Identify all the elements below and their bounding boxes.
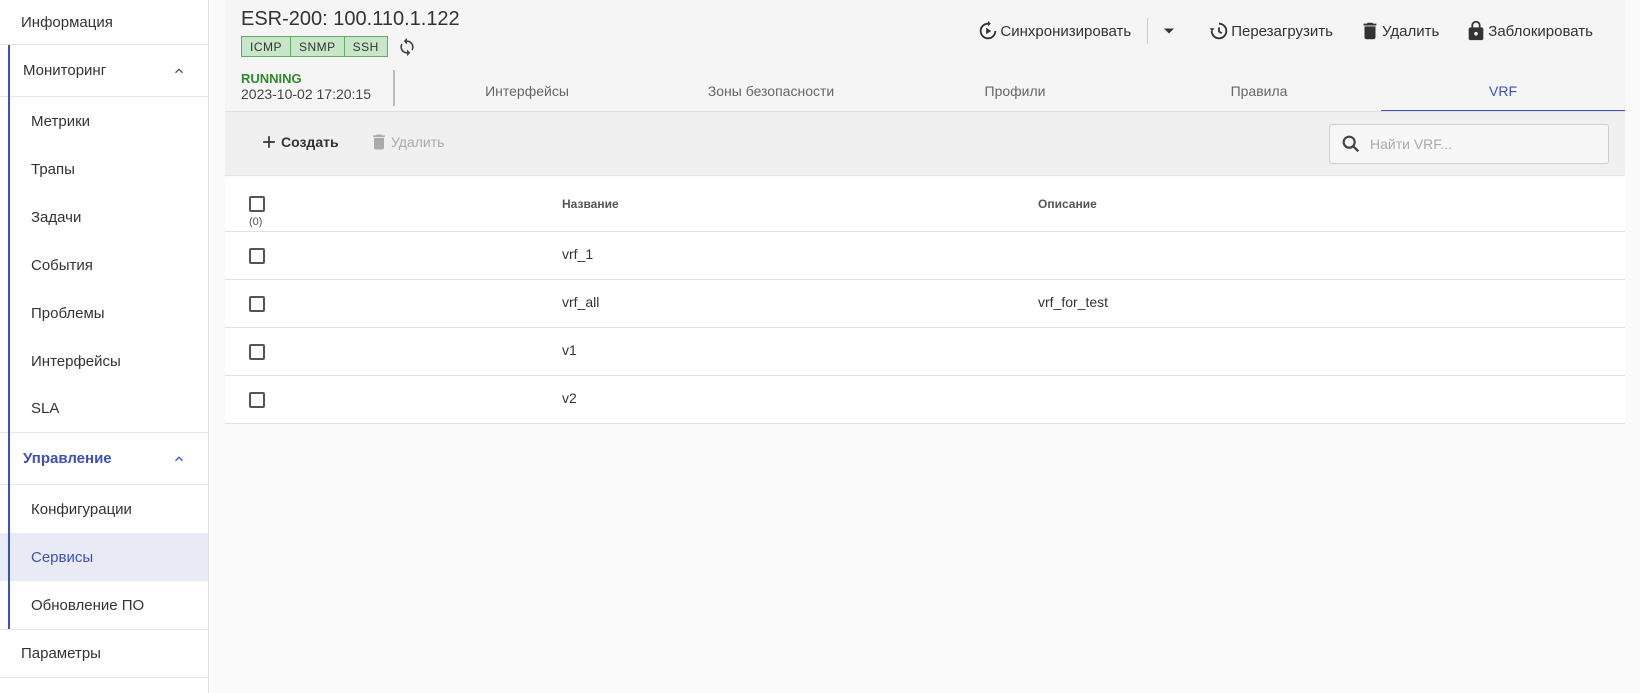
sidebar-item-events[interactable]: События	[0, 241, 208, 289]
sidebar-item-services[interactable]: Сервисы	[0, 533, 208, 581]
reboot-label: Перезагрузить	[1231, 22, 1333, 40]
delete-label: Удалить	[391, 134, 445, 150]
selected-count: (0)	[249, 216, 263, 228]
sync-label: Синхронизировать	[1000, 22, 1132, 40]
vrf-table: (0) Название Описание vrf_1 vrf_all vrf_…	[225, 177, 1625, 424]
sidebar-item-problems[interactable]: Проблемы	[0, 289, 208, 337]
column-header-name[interactable]: Название	[562, 197, 619, 211]
search-icon	[1342, 135, 1360, 153]
trash-icon	[1363, 22, 1377, 40]
tab-interfaces[interactable]: Интерфейсы	[405, 70, 649, 112]
search-input[interactable]	[1370, 136, 1590, 152]
list-toolbar: Создать Удалить	[225, 112, 1625, 176]
sidebar-group-management: Управление Конфигурации Сервисы Обновлен…	[0, 433, 208, 629]
select-all-checkbox[interactable]	[249, 196, 265, 212]
protocol-badges: ICMP SNMP SSH	[241, 36, 417, 57]
sidebar-item-parameters[interactable]: Параметры	[0, 629, 208, 678]
sidebar-item-info[interactable]: Информация	[0, 0, 208, 45]
sidebar-group-monitoring-header[interactable]: Мониторинг	[0, 45, 208, 97]
row-checkbox[interactable]	[249, 248, 265, 264]
refresh-icon[interactable]	[397, 37, 417, 57]
cell-name: v2	[562, 390, 577, 406]
sidebar-item-firmware-update[interactable]: Обновление ПО	[0, 581, 208, 629]
device-status: RUNNING 2023-10-02 17:20:15	[241, 71, 371, 102]
row-checkbox[interactable]	[249, 344, 265, 360]
badge-icmp: ICMP	[241, 36, 291, 57]
chevron-up-icon	[175, 455, 183, 461]
sidebar-group-monitoring: Мониторинг Метрики Трапы Задачи События …	[0, 45, 208, 433]
row-checkbox[interactable]	[249, 296, 265, 312]
sidebar-group-management-header[interactable]: Управление	[0, 433, 208, 485]
divider	[1147, 18, 1149, 44]
delete-label: Удалить	[1382, 22, 1440, 40]
group-indicator	[8, 45, 10, 433]
badge-snmp: SNMP	[291, 36, 345, 57]
sync-play-icon	[980, 20, 997, 40]
group-indicator	[8, 433, 10, 629]
delete-device-button[interactable]: Удалить	[1359, 20, 1439, 42]
status-timestamp: 2023-10-02 17:20:15	[241, 86, 371, 102]
row-checkbox[interactable]	[249, 392, 265, 408]
sidebar-item-sla[interactable]: SLA	[0, 385, 208, 433]
delete-button[interactable]: Удалить	[369, 132, 444, 152]
sidebar-item-interfaces[interactable]: Интерфейсы	[0, 337, 208, 385]
lock-icon	[1468, 20, 1484, 41]
tab-security-zones[interactable]: Зоны безопасности	[649, 70, 893, 112]
app-root: Информация Мониторинг Метрики Трапы Зада…	[0, 0, 1640, 693]
sidebar-group-title: Мониторинг	[23, 62, 107, 79]
cell-name: vrf_1	[562, 246, 594, 262]
table-row[interactable]: vrf_1	[225, 232, 1625, 280]
table-row[interactable]: vrf_all vrf_for_test	[225, 280, 1625, 328]
sync-button[interactable]: Синхронизировать	[977, 20, 1131, 42]
cell-name: v1	[562, 342, 577, 358]
search-box	[1329, 124, 1609, 164]
plus-icon	[263, 136, 275, 148]
table-row[interactable]: v2	[225, 376, 1625, 424]
table-row[interactable]: v1	[225, 328, 1625, 376]
tab-rules[interactable]: Правила	[1137, 70, 1381, 112]
sidebar-item-tasks[interactable]: Задачи	[0, 193, 208, 241]
sidebar-item-configurations[interactable]: Конфигурации	[0, 485, 208, 533]
page-title: ESR-200: 100.110.1.122	[241, 8, 460, 30]
status-badge: RUNNING	[241, 71, 302, 86]
sidebar-group-title: Управление	[23, 450, 112, 467]
trash-icon	[373, 134, 385, 150]
header-actions: Синхронизировать Перезагрузить Удалить З…	[977, 18, 1593, 44]
sync-dropdown-button[interactable]	[1156, 18, 1182, 44]
lock-label: Заблокировать	[1488, 22, 1593, 40]
create-label: Создать	[281, 134, 339, 150]
sidebar-item-metrics[interactable]: Метрики	[0, 97, 208, 145]
lock-button[interactable]: Заблокировать	[1465, 20, 1593, 42]
cell-name: vrf_all	[562, 294, 600, 310]
chevron-up-icon	[175, 67, 183, 73]
device-header: ESR-200: 100.110.1.122 ICMP SNMP SSH Син…	[225, 0, 1625, 112]
reboot-button[interactable]: Перезагрузить	[1208, 20, 1333, 42]
sidebar-item-traps[interactable]: Трапы	[0, 145, 208, 193]
create-button[interactable]: Создать	[259, 132, 339, 152]
cell-description: vrf_for_test	[1038, 294, 1109, 310]
column-header-description[interactable]: Описание	[1038, 197, 1097, 211]
tab-vrf[interactable]: VRF	[1381, 70, 1625, 112]
restart-clock-icon	[1210, 22, 1228, 40]
tab-bar: Интерфейсы Зоны безопасности Профили Пра…	[405, 70, 1625, 112]
divider	[393, 70, 395, 106]
sidebar: Информация Мониторинг Метрики Трапы Зада…	[0, 0, 209, 693]
caret-down-icon	[1164, 28, 1175, 34]
badge-ssh: SSH	[344, 36, 388, 57]
tab-profiles[interactable]: Профили	[893, 70, 1137, 112]
table-header: (0) Название Описание	[225, 177, 1625, 232]
